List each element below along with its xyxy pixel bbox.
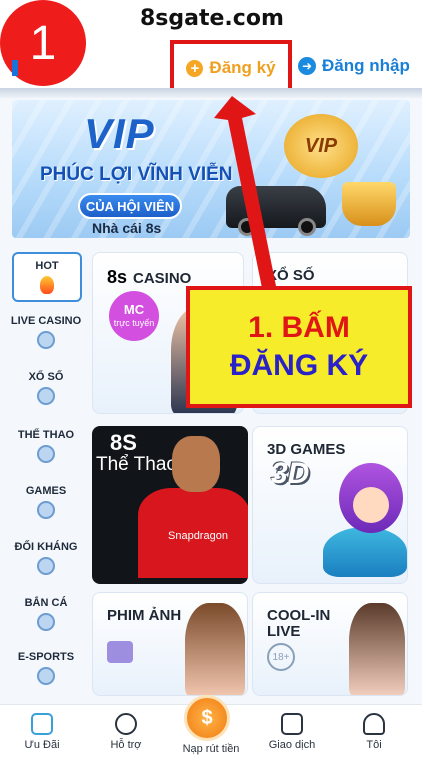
vip-badge-icon: VIP [284, 114, 358, 178]
gamepad-icon [37, 667, 55, 685]
nav-label-nap-rut-tien[interactable]: Nạp rút tiền [166, 743, 256, 755]
trophy-icon [342, 182, 396, 226]
sidebar-item-e-sports[interactable]: E-SPORTS [0, 638, 92, 698]
3d-games-title: 3D GAMES [267, 441, 346, 458]
sidebar-item-games[interactable]: GAMES [0, 472, 92, 532]
3d-logo: 3D [271, 457, 310, 490]
slot-seven-icon [37, 501, 55, 519]
app-screen: 1 8sgate.com + Đăng ký ➜ Đăng nhập VIP P… [0, 0, 422, 760]
arrow-right-circle-icon: ➜ [298, 57, 316, 75]
age-restriction-icon: 18+ [267, 643, 295, 671]
sidebar-item-live-casino[interactable]: LIVE CASINO [0, 302, 92, 362]
sidebar-item-doi-khang[interactable]: ĐỐI KHÁNG [0, 528, 92, 588]
user-icon [363, 713, 385, 735]
instruction-callout: 1. BẤM ĐĂNG KÝ [186, 286, 412, 408]
site-domain-title: 8sgate.com [140, 6, 284, 31]
promo-banner[interactable]: VIP PHÚC LỢI VĨNH VIỄN CỦA HỘI VIÊN Nhà … [12, 100, 410, 238]
gift-icon [31, 713, 53, 735]
sidebar-item-label: LIVE CASINO [10, 315, 82, 327]
character-image [323, 527, 407, 577]
car-wheel-icon [298, 218, 316, 236]
soccer-ball-icon [37, 445, 55, 463]
sidebar-item-label: E-SPORTS [17, 651, 75, 663]
logo-fragment [12, 60, 18, 76]
banner-subtitle: PHÚC LỢI VĨNH VIỄN [40, 164, 233, 185]
model-image [185, 603, 245, 695]
lottery-ball-icon [37, 387, 55, 405]
nav-label: Hỗ trợ [110, 739, 142, 751]
sidebar-item-label: XỔ SỐ [28, 371, 64, 383]
callout-action-text: ĐĂNG KÝ [229, 349, 369, 382]
sidebar-item-xo-so[interactable]: XỔ SỐ [0, 358, 92, 418]
dollar-coin-icon[interactable]: $ [184, 695, 230, 741]
mc-live-badge: MC trực tuyến [109, 291, 159, 341]
casino-title: CASINO [133, 270, 192, 287]
nav-label: Tôi [366, 739, 382, 751]
nav-label: Giao dịch [268, 739, 316, 751]
login-button[interactable]: ➜ Đăng nhập [298, 56, 410, 76]
clapperboard-icon [107, 641, 133, 663]
nav-giao-dich[interactable]: Giao dịch [250, 713, 334, 751]
sidebar-item-label: ĐỐI KHÁNG [14, 541, 78, 553]
model-image [349, 603, 405, 695]
support-24-icon [115, 713, 137, 735]
cool-in-subtitle: LIVE [267, 623, 301, 640]
shirt-sponsor-text: Snapdragon [168, 530, 228, 542]
sidebar-item-label: HOT [35, 260, 59, 272]
player-head-image [172, 436, 220, 492]
mc-badge-text: MC [123, 301, 145, 317]
sidebar-item-the-thao[interactable]: THỂ THAO [0, 416, 92, 476]
nav-toi[interactable]: Tôi [332, 713, 416, 751]
nav-ho-tro[interactable]: Hỗ trợ [84, 713, 168, 751]
register-label: Đăng ký [209, 58, 276, 77]
sidebar-item-label: BẮN CÁ [24, 597, 68, 609]
fire-icon [40, 276, 54, 294]
sidebar-item-hot[interactable]: HOT [12, 252, 82, 302]
cool-in-live-card[interactable]: COOL-IN LIVE 18+ [252, 592, 408, 696]
sports-logo: 8S [110, 430, 137, 455]
plus-circle-icon: + [186, 59, 204, 77]
versus-icon [37, 557, 55, 575]
character-face-image [353, 487, 389, 523]
header-divider [0, 88, 422, 98]
sidebar-item-ban-ca[interactable]: BẮN CÁ [0, 584, 92, 644]
callout-step-text: 1. BẤM [248, 311, 350, 344]
cool-in-title: COOL-IN [267, 607, 331, 624]
receipt-icon [281, 713, 303, 735]
car-wheel-icon [238, 218, 256, 236]
sports-subtitle: Thể Thao [96, 454, 177, 475]
sidebar-item-label: THỂ THAO [17, 429, 75, 441]
banner-brand: Nhà cái 8s [92, 220, 162, 236]
sidebar-item-label: GAMES [25, 485, 67, 497]
fish-icon [37, 613, 55, 631]
sports-card[interactable]: 8S Thể Thao Snapdragon [92, 426, 248, 584]
movies-title: PHIM ẢNH [107, 607, 182, 624]
banner-pill: CỦA HỘI VIÊN [78, 193, 182, 219]
cards-icon [37, 331, 55, 349]
nav-uu-dai[interactable]: Ưu Đãi [0, 713, 84, 751]
casino-logo: 8s [107, 267, 128, 287]
3d-games-card[interactable]: 3D GAMES 3D [252, 426, 408, 584]
mc-badge-subtext: trực tuyến [113, 317, 155, 328]
category-sidebar: HOT LIVE CASINO XỔ SỐ THỂ THAO GAMES ĐỐI… [0, 244, 92, 700]
top-header: 1 8sgate.com + Đăng ký ➜ Đăng nhập [0, 0, 422, 96]
login-label: Đăng nhập [322, 56, 410, 75]
bottom-navigation: Ưu Đãi Hỗ trợ $ Nạp rút tiền Giao dịch T… [0, 695, 422, 760]
xo-so-title: XỔ SỐ [267, 267, 315, 284]
nav-label: Ưu Đãi [24, 739, 60, 751]
movies-card[interactable]: PHIM ẢNH [92, 592, 248, 696]
banner-vip-text: VIP [84, 110, 155, 157]
